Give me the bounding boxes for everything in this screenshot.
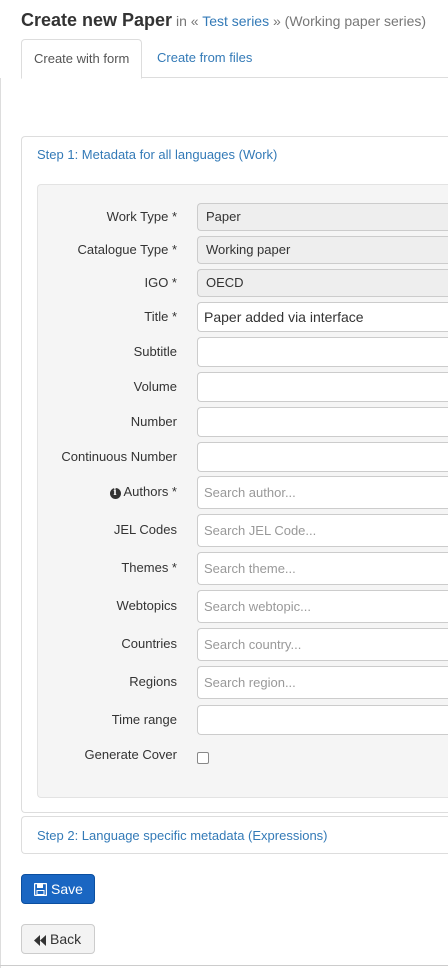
page-title: Create new Paper: [21, 10, 173, 30]
step2-heading[interactable]: Step 2: Language specific metadata (Expr…: [22, 817, 448, 853]
authors-select[interactable]: Search author...: [197, 476, 448, 509]
save-button[interactable]: Save: [21, 874, 95, 904]
tab-bar: Create with form Create from files: [21, 39, 448, 79]
step2-panel: Step 2: Language specific metadata (Expr…: [21, 816, 448, 854]
webtopics-select[interactable]: Search webtopic...: [197, 590, 448, 623]
themes-label: Themes *: [121, 560, 177, 575]
countries-select[interactable]: Search country...: [197, 628, 448, 661]
volume-label: Volume: [133, 379, 177, 394]
back-button-label: Back: [50, 931, 82, 947]
igo-label: IGO *: [144, 275, 177, 290]
jel-codes-select[interactable]: Search JEL Code...: [197, 514, 448, 547]
generate-cover-checkbox[interactable]: [197, 752, 209, 764]
in-text: in «: [175, 13, 199, 29]
volume-input[interactable]: [197, 372, 448, 402]
time-range-label: Time range: [111, 712, 177, 727]
authors-placeholder: Search author...: [204, 485, 296, 500]
work-type-label: Work Type *: [106, 209, 177, 224]
save-button-label: Save: [51, 881, 83, 897]
catalogue-type-field: Working paper: [197, 236, 448, 264]
series-suffix: » (Working paper series): [273, 13, 427, 29]
tab-content-border: [0, 78, 1, 968]
jel-codes-placeholder: Search JEL Code...: [204, 523, 317, 538]
time-range-input[interactable]: [197, 705, 448, 735]
title-label: Title *: [144, 309, 177, 324]
number-input[interactable]: [197, 407, 448, 437]
webtopics-label: Webtopics: [116, 598, 177, 613]
info-icon[interactable]: i: [109, 488, 121, 499]
tab-create-with-form[interactable]: Create with form: [21, 39, 142, 79]
themes-placeholder: Search theme...: [204, 561, 296, 576]
generate-cover-label: Generate Cover: [84, 747, 178, 762]
step1-heading[interactable]: Step 1: Metadata for all languages (Work…: [22, 137, 448, 173]
regions-placeholder: Search region...: [204, 675, 296, 690]
title-input[interactable]: Paper added via interface: [197, 302, 448, 332]
bottom-divider: [0, 965, 448, 966]
tab-create-from-files[interactable]: Create from files: [145, 39, 264, 78]
regions-label: Regions: [129, 674, 177, 689]
countries-placeholder: Search country...: [204, 637, 302, 652]
authors-label-text: Authors *: [123, 484, 177, 499]
backward-icon: [34, 935, 46, 946]
catalogue-type-label: Catalogue Type *: [77, 242, 178, 257]
floppy-disk-icon: [33, 882, 48, 897]
subtitle-label: Subtitle: [133, 344, 177, 359]
number-label: Number: [130, 414, 177, 429]
themes-select[interactable]: Search theme...: [197, 552, 448, 585]
work-type-field: Paper: [197, 203, 448, 231]
jel-codes-label: JEL Codes: [113, 522, 177, 537]
authors-label: i Authors *: [109, 484, 177, 499]
webtopics-placeholder: Search webtopic...: [204, 599, 311, 614]
page-header: Create new Paper in « Test series » (Wor…: [21, 10, 426, 31]
subtitle-input[interactable]: [197, 337, 448, 367]
countries-label: Countries: [121, 636, 177, 651]
back-button[interactable]: Back: [21, 924, 95, 954]
regions-select[interactable]: Search region...: [197, 666, 448, 699]
igo-field: OECD: [197, 269, 448, 297]
continuous-number-input[interactable]: [197, 442, 448, 472]
series-link[interactable]: Test series: [202, 13, 269, 29]
continuous-number-label: Continuous Number: [61, 449, 177, 464]
